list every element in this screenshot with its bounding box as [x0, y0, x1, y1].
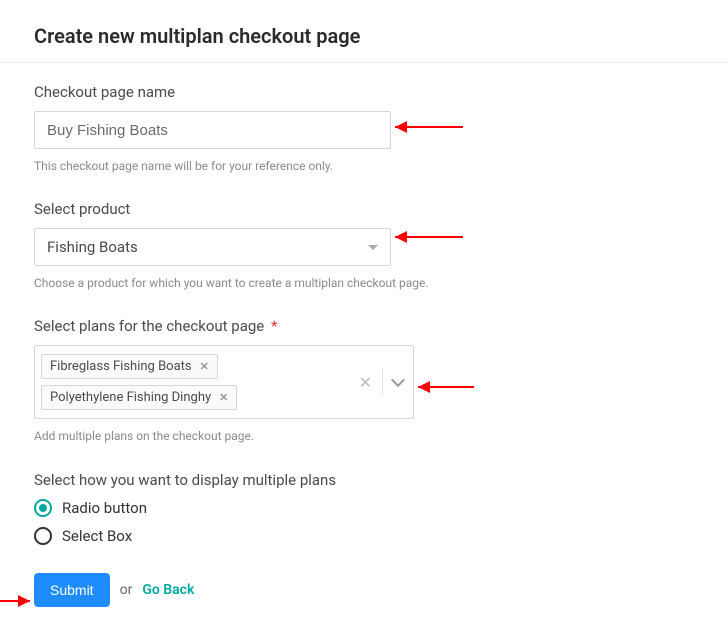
label-display-style: Select how you want to display multiple … [34, 471, 694, 489]
field-checkout-name: Checkout page name This checkout page na… [34, 83, 694, 176]
radio-icon [34, 527, 52, 545]
annotation-arrow [418, 386, 474, 388]
product-select[interactable]: Fishing Boats [34, 228, 391, 266]
chevron-down-icon [368, 245, 378, 250]
plans-multiselect[interactable]: Fibreglass Fishing Boats ✕ Polyethylene … [34, 345, 414, 419]
close-icon[interactable]: ✕ [200, 360, 209, 373]
chip-label: Fibreglass Fishing Boats [50, 359, 192, 374]
go-back-link[interactable]: Go Back [142, 582, 194, 598]
or-text: or [120, 582, 133, 598]
radio-option[interactable]: Radio button [34, 499, 694, 517]
label-select-plans-text: Select plans for the checkout page [34, 317, 264, 335]
label-select-product: Select product [34, 200, 694, 218]
help-checkout-name: This checkout page name will be for your… [34, 157, 434, 176]
label-select-plans: Select plans for the checkout page * [34, 317, 694, 335]
page-title: Create new multiplan checkout page [34, 24, 694, 48]
field-select-plans: Select plans for the checkout page * Fib… [34, 317, 694, 446]
radio-label: Radio button [62, 499, 147, 517]
divider [0, 62, 728, 63]
help-select-plans: Add multiple plans on the checkout page. [34, 427, 434, 446]
chip-label: Polyethylene Fishing Dinghy [50, 390, 211, 405]
checkout-name-input[interactable] [34, 111, 391, 149]
help-select-product: Choose a product for which you want to c… [34, 274, 434, 293]
annotation-arrow [0, 600, 30, 602]
chevron-down-icon[interactable] [391, 373, 405, 387]
radio-label: Select Box [62, 527, 132, 545]
required-mark: * [271, 317, 277, 335]
plans-chips: Fibreglass Fishing Boats ✕ Polyethylene … [35, 346, 353, 418]
separator [382, 369, 383, 395]
multiselect-controls: ✕ [353, 346, 413, 418]
label-checkout-name: Checkout page name [34, 83, 694, 101]
annotation-arrow [395, 126, 463, 128]
radio-option[interactable]: Select Box [34, 527, 694, 545]
field-display-style: Select how you want to display multiple … [34, 471, 694, 545]
form-actions: Submit or Go Back [34, 573, 694, 607]
close-icon[interactable]: ✕ [219, 391, 228, 404]
chip-plan: Polyethylene Fishing Dinghy ✕ [41, 385, 237, 410]
chip-plan: Fibreglass Fishing Boats ✕ [41, 354, 218, 379]
field-select-product: Select product Fishing Boats Choose a pr… [34, 200, 694, 293]
clear-all-icon[interactable]: ✕ [359, 373, 372, 392]
radio-icon [34, 499, 52, 517]
submit-button[interactable]: Submit [34, 573, 110, 607]
annotation-arrow [395, 236, 463, 238]
product-select-value: Fishing Boats [47, 238, 368, 256]
